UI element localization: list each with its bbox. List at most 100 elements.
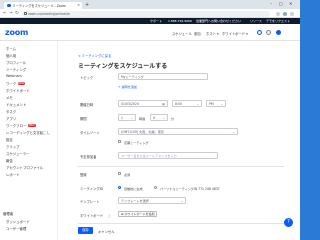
extensions-icon[interactable] xyxy=(276,11,280,16)
browser-window: ミーティングをスケジュール - Zoom × + – □ ✕ ← → ↻ zoo… xyxy=(0,0,300,240)
back-to-meetings-link[interactable]: < ミーティングに戻る xyxy=(78,53,111,58)
nav-join[interactable]: 参加 xyxy=(194,31,201,36)
duration-minutes-select[interactable]: 0 ⌄ xyxy=(150,114,168,121)
cancel-button[interactable]: キャンセル xyxy=(98,229,114,234)
recurring-checkbox[interactable] xyxy=(118,140,122,144)
resources-link[interactable]: リソース xyxy=(250,19,262,23)
sidebar-item-work[interactable]: ワーク NEW xyxy=(6,81,26,86)
new-badge: NEW xyxy=(27,123,36,128)
meeting-id-label: ミーティングID xyxy=(80,187,104,191)
ampm-select[interactable]: PM ⌄ xyxy=(206,100,226,107)
sidebar-item-label: メモ xyxy=(6,96,13,100)
sidebar-item-reports[interactable]: 報告 xyxy=(6,158,13,163)
auto-generate-radio[interactable] xyxy=(118,186,122,190)
address-bar[interactable]: zoom.us/meeting/schedule xyxy=(22,10,270,17)
divider xyxy=(78,166,284,167)
nav-schedule[interactable]: スケジュール xyxy=(172,31,192,36)
zoom-logo[interactable]: zoom xyxy=(5,28,28,37)
attendees-input[interactable]: ユーザー名またはメールアドレスを入力 xyxy=(118,152,218,159)
sidebar-item-profile[interactable]: プロフィール xyxy=(6,60,26,65)
nav-host[interactable]: ホスト ▾ xyxy=(206,31,219,36)
template-value: テンプレートを選択 xyxy=(121,199,149,203)
duration-hours-value: 1 xyxy=(121,116,123,120)
chevron-down-icon: ⌄ xyxy=(180,199,183,203)
sidebar-item-personal[interactable]: 個人用 xyxy=(6,53,16,58)
topic-input[interactable]: Myミーティング xyxy=(118,73,208,80)
time-select[interactable]: 8:00 ⌄ xyxy=(172,100,202,107)
sidebar-item-report[interactable]: レポート xyxy=(6,172,20,177)
close-window-button[interactable]: ✕ xyxy=(289,1,292,6)
sidebar-item-workflows[interactable]: ワークフロー NEW xyxy=(6,123,36,128)
contact-sales-link[interactable]: 営業部門へお問い合わせください xyxy=(196,19,241,23)
template-select[interactable]: テンプレートを選択 ⌄ xyxy=(118,197,186,204)
schedule-form: < ミーティングに戻る ミーティングをスケジュールする トピック Myミーティン… xyxy=(58,41,300,240)
nav-whiteboard[interactable]: ホワイトボード ▾ xyxy=(222,31,248,36)
sidebar-item-label: タスク xyxy=(6,110,17,114)
sidebar-item-label: レポート xyxy=(6,173,20,177)
tab-close-icon[interactable]: × xyxy=(77,3,80,7)
user-avatar[interactable] xyxy=(276,29,281,35)
date-picker[interactable]: 01/03/2024 ▤ xyxy=(118,100,168,107)
browser-tab[interactable]: ミーティングをスケジュール - Zoom × xyxy=(4,1,82,9)
search-icon[interactable] xyxy=(257,29,262,35)
registration-required-checkbox[interactable] xyxy=(118,172,122,176)
sidebar-item-whiteboard[interactable]: ホワイトボード xyxy=(6,88,30,93)
sidebar-item-dashboard[interactable]: ダッシュボード xyxy=(6,219,30,224)
sidebar-item-label: ワーク xyxy=(6,82,17,86)
request-demo-link[interactable]: デモをリクエスト xyxy=(266,19,290,23)
sidebar-item-label: 設定 xyxy=(6,138,13,142)
sidebar-item-clips[interactable]: クリップ xyxy=(6,144,20,149)
sidebar-item-apps[interactable]: アプリ xyxy=(6,116,16,121)
chevron-down-icon: ⌄ xyxy=(220,102,223,106)
sidebar-item-docs[interactable]: ドキュメント xyxy=(6,102,26,107)
time-value: 8:00 xyxy=(175,102,182,106)
template-label: テンプレート xyxy=(80,200,100,204)
minimize-button[interactable]: – xyxy=(270,1,272,6)
sidebar-item-account-profile[interactable]: アカウントプロファイル xyxy=(6,165,43,170)
sidebar-item-user-management[interactable]: ユーザー管理 xyxy=(6,226,26,231)
add-description-link[interactable]: + 説明を追加 xyxy=(118,84,137,89)
ampm-value: PM xyxy=(209,102,214,106)
sidebar-item-label: ダッシュボード xyxy=(6,220,30,224)
sidebar-item-home[interactable]: ホーム xyxy=(6,46,16,51)
divider xyxy=(78,223,284,224)
sidebar-item-settings[interactable]: 設定 xyxy=(6,137,13,142)
sidebar-item-label: レコーディングと文字起こし xyxy=(6,131,50,135)
sidebar-item-label: ドキュメント xyxy=(6,103,27,107)
duration-hours-select[interactable]: 1 ⌄ xyxy=(118,114,136,121)
sidebar-item-tasks[interactable]: タスク xyxy=(6,109,16,114)
menu-dots-icon[interactable] xyxy=(290,11,294,16)
chevron-down-icon: ⌄ xyxy=(232,130,235,134)
url-text: zoom.us/meeting/schedule xyxy=(28,11,70,16)
sidebar: ホーム 個人用 プロフィール ミーティング Webinars ワーク NEW ホワ… xyxy=(0,41,58,240)
add-whiteboard-button[interactable]: ⊞ ホワイトボードを追加 xyxy=(118,211,158,217)
sidebar-item-label: アプリ xyxy=(6,117,17,121)
when-label: 開催日時 xyxy=(80,103,94,107)
profile-avatar-icon[interactable] xyxy=(283,11,287,16)
pmi-radio[interactable] xyxy=(154,186,158,190)
sidebar-item-meetings[interactable]: ミーティング xyxy=(6,67,26,72)
new-badge: NEW xyxy=(17,81,26,86)
calendar-icon: ▤ xyxy=(162,102,165,106)
forward-arrow-icon[interactable]: → xyxy=(9,11,13,16)
back-arrow-icon[interactable]: ← xyxy=(3,11,7,16)
help-icon[interactable]: ? xyxy=(284,218,293,227)
sidebar-item-notes[interactable]: メモ xyxy=(6,95,13,100)
chevron-down-icon: ⌄ xyxy=(130,116,133,120)
sidebar-item-webinars[interactable]: Webinars xyxy=(6,74,22,78)
recurring-label: 定期ミーティング xyxy=(124,141,149,145)
new-tab-button[interactable]: + xyxy=(85,2,89,8)
whiteboard-label: ホワイトボード xyxy=(80,214,104,218)
add-whiteboard-label: ホワイトボードを追加 xyxy=(124,212,155,216)
support-link[interactable]: サポート xyxy=(150,19,162,23)
sidebar-item-label: プロフィール xyxy=(6,61,27,65)
save-button[interactable]: 保存 xyxy=(78,227,93,234)
grid-apps-icon[interactable] xyxy=(266,29,271,35)
sidebar-item-scheduler[interactable]: スケジューラー xyxy=(6,151,30,156)
info-icon: ⓘ xyxy=(108,213,112,218)
sidebar-item-recordings[interactable]: レコーディングと文字起こし xyxy=(6,130,50,135)
maximize-button[interactable]: □ xyxy=(279,1,283,6)
duration-minutes-value: 0 xyxy=(153,116,155,120)
timezone-select[interactable]: (GMT-5:00) 大阪、札幌、東京 ⌄ xyxy=(118,128,238,135)
reload-icon[interactable]: ↻ xyxy=(15,11,19,16)
